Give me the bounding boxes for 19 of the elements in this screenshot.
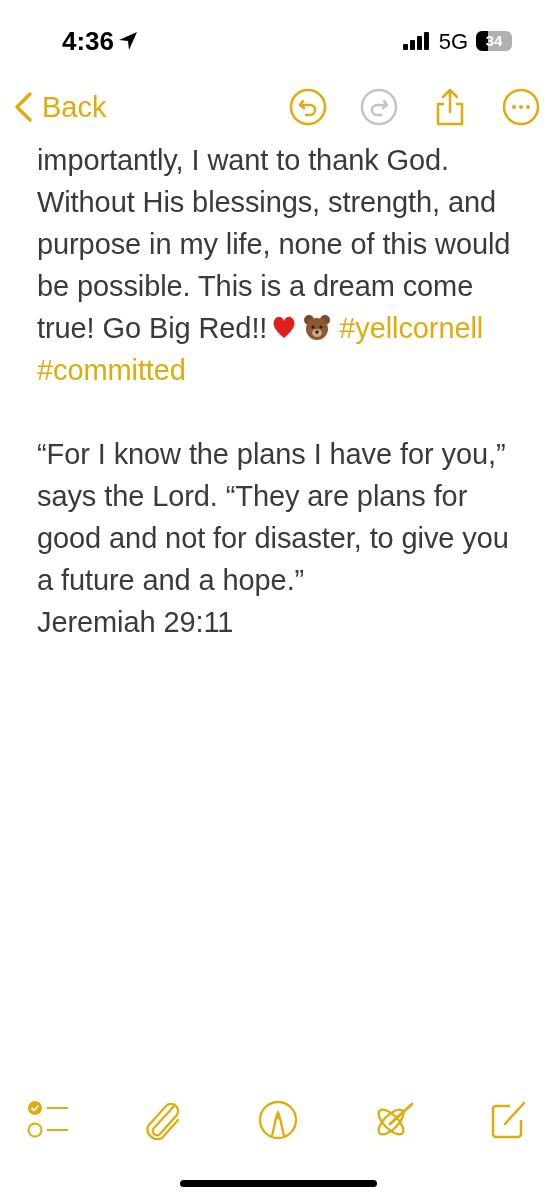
network-label: 5G: [438, 27, 468, 56]
note-text: Jeremiah 29:11: [37, 606, 234, 638]
pen-tip-circle-icon[interactable]: [258, 1100, 298, 1140]
undo-icon: [289, 88, 327, 126]
time: 4:36: [62, 24, 115, 58]
bear-icon: [303, 314, 332, 342]
location-arrow-icon: [118, 31, 139, 51]
hashtag-link[interactable]: #committed: [37, 354, 186, 386]
more-icon: [502, 88, 540, 126]
signal-icon: [402, 32, 431, 50]
back-button[interactable]: Back: [12, 91, 107, 123]
chevron-left-icon: [12, 91, 34, 123]
note-text: “For I know the plans I have for you,” says the Lord. “They are plans for good and not for disaster, to give you a future and a hope.”: [37, 437, 510, 598]
note-text: true! Go Big Red!!: [37, 312, 268, 344]
checklist-icon[interactable]: [26, 1100, 68, 1140]
redo-icon: [360, 88, 398, 126]
hashtag-link[interactable]: #yellcornell: [339, 312, 484, 344]
toolbar-button[interactable]: [289, 88, 327, 126]
toolbar-button[interactable]: [502, 88, 540, 126]
